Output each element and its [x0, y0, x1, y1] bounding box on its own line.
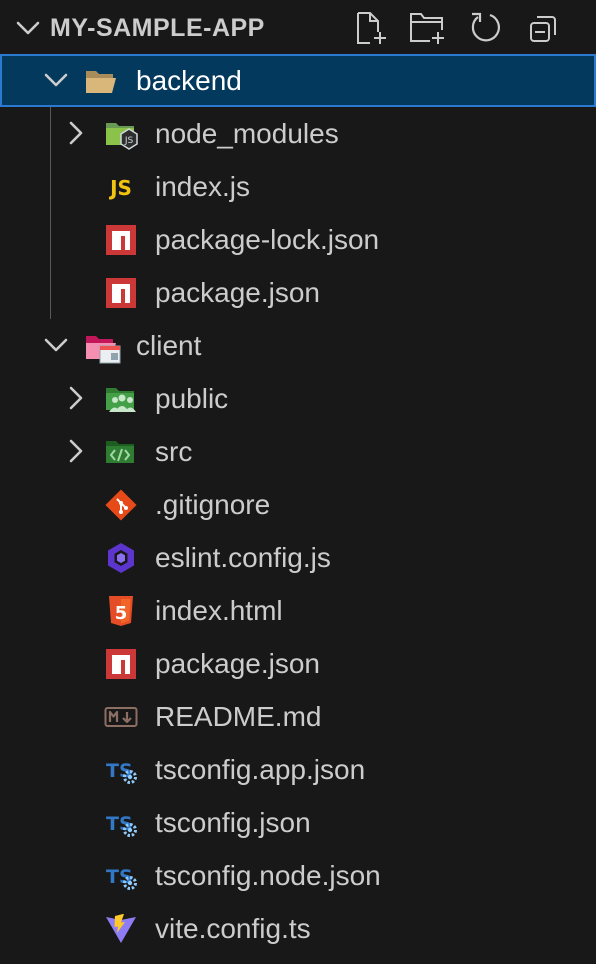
html5-icon: 5 [104, 594, 138, 628]
tree-file-tsconfig-node[interactable]: TS tsconfig.node.json [0, 849, 596, 902]
file-explorer: MY-SAMPLE-APP backend JS node_modules JS… [0, 0, 596, 964]
tree-folder-backend[interactable]: backend [0, 54, 596, 107]
tree-file-gitignore[interactable]: .gitignore [0, 478, 596, 531]
tree-item-label: package-lock.json [155, 224, 380, 255]
npm-icon [104, 647, 138, 681]
svg-text:JS: JS [124, 136, 134, 146]
git-icon [104, 488, 138, 522]
tree-item-label: tsconfig.json [155, 807, 311, 838]
javascript-icon: JS [104, 170, 138, 204]
svg-text:JS: JS [108, 176, 132, 200]
tree-item-label: src [155, 436, 193, 467]
tree-folder-node-modules[interactable]: JS node_modules [0, 107, 596, 160]
client-folder-icon [84, 329, 121, 364]
tree-item-label: backend [136, 65, 242, 96]
tree-folder-public[interactable]: public [0, 372, 596, 425]
src-folder-icon [104, 435, 138, 469]
folder-open-icon [84, 64, 118, 98]
tree-file-package-lock-json[interactable]: package-lock.json [0, 213, 596, 266]
tree-file-readme[interactable]: README.md [0, 690, 596, 743]
npm-icon [104, 223, 138, 257]
collapse-all-icon [530, 16, 556, 42]
tree-file-tsconfig-app[interactable]: TS tsconfig.app.json [0, 743, 596, 796]
tree-item-label: eslint.config.js [155, 542, 331, 573]
tree-file-eslint-config[interactable]: eslint.config.js [0, 531, 596, 584]
tree-folder-client[interactable]: client [0, 319, 596, 372]
new-folder-icon [410, 13, 444, 44]
tree-file-tsconfig[interactable]: TS tsconfig.json [0, 796, 596, 849]
tree-item-label: .gitignore [155, 489, 271, 520]
tree-item-label: index.js [155, 171, 250, 202]
tree-item-label: package.json [155, 648, 321, 679]
workspace-title: MY-SAMPLE-APP [50, 14, 265, 42]
npm-icon [104, 276, 138, 310]
tree-folder-src[interactable]: src [0, 425, 596, 478]
explorer-header[interactable]: MY-SAMPLE-APP [0, 0, 596, 56]
tree-item-label: vite.config.ts [155, 913, 311, 944]
tree-item-label: client [136, 330, 202, 361]
tsconfig-icon: TS [104, 859, 138, 893]
public-folder-icon [104, 382, 138, 416]
tree-file-index-html[interactable]: 5 index.html [0, 584, 596, 637]
new-file-icon [357, 12, 386, 44]
eslint-icon [104, 541, 138, 575]
tree-item-label: node_modules [155, 118, 339, 149]
tree-file-index-js[interactable]: JS index.js [0, 160, 596, 213]
new-file-button[interactable] [352, 10, 388, 46]
chevron-right-icon[interactable] [62, 384, 90, 412]
tree-file-vite-config[interactable]: vite.config.ts [0, 902, 596, 955]
refresh-button[interactable] [468, 10, 504, 46]
new-folder-button[interactable] [408, 10, 444, 46]
tree-item-label: tsconfig.node.json [155, 860, 381, 891]
collapse-all-button[interactable] [526, 10, 562, 46]
svg-text:5: 5 [115, 603, 128, 624]
tsconfig-icon: TS [104, 806, 138, 840]
tsconfig-icon: TS [104, 753, 138, 787]
chevron-right-icon[interactable] [62, 437, 90, 465]
tree-file-package-json[interactable]: package.json [0, 637, 596, 690]
tree-file-package-json[interactable]: package.json [0, 266, 596, 319]
tree-item-label: README.md [155, 701, 322, 732]
tree-item-label: public [155, 383, 229, 414]
chevron-down-icon[interactable] [42, 66, 70, 94]
tree-item-label: tsconfig.app.json [155, 754, 366, 785]
tree-item-label: index.html [155, 595, 283, 626]
chevron-down-icon[interactable] [42, 331, 70, 359]
chevron-down-icon[interactable] [14, 14, 42, 42]
nodejs-folder-icon: JS [104, 117, 138, 151]
refresh-icon [471, 12, 500, 42]
vite-icon [104, 912, 138, 946]
tree-item-label: package.json [155, 277, 321, 308]
markdown-icon [104, 700, 138, 734]
chevron-right-icon[interactable] [62, 119, 90, 147]
